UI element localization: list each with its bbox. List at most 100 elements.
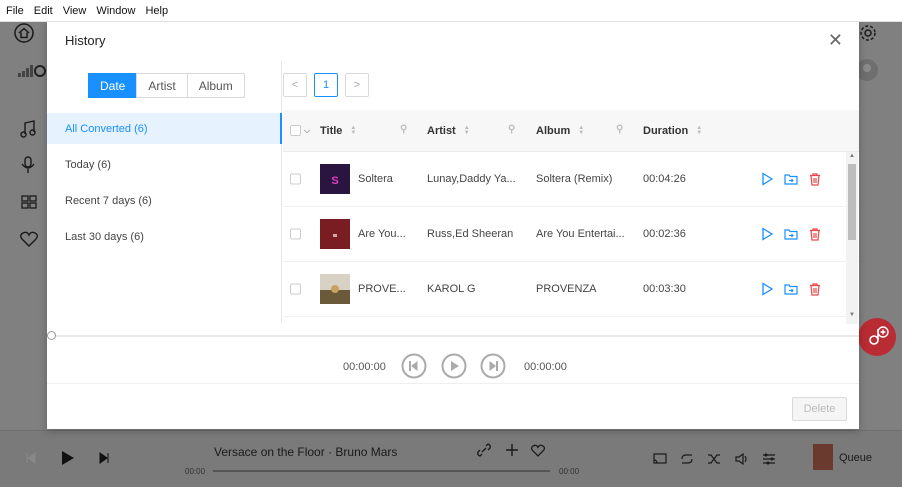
menu-file[interactable]: File	[6, 5, 24, 17]
artist-search-icon[interactable]: ⚲	[508, 124, 515, 135]
history-modal: History ✕ Date Artist Album All Converte…	[47, 19, 859, 429]
grid-icon[interactable]	[21, 195, 37, 212]
group-by-segmented-control: Date Artist Album	[88, 73, 245, 98]
menu-window[interactable]: Window	[96, 5, 135, 17]
background-player-bar: Versace on the Floor · Bruno Mars 00:00 …	[0, 430, 902, 487]
scrollbar-thumb[interactable]	[848, 164, 856, 240]
menu-view[interactable]: View	[63, 5, 87, 17]
filter-recent-7-days[interactable]: Recent 7 days (6)	[47, 185, 282, 216]
svg-text:S: S	[331, 175, 338, 187]
sort-icon: ▲ ▼	[696, 124, 703, 136]
add-icon[interactable]	[505, 443, 519, 460]
play-icon[interactable]	[61, 450, 75, 469]
preview-progress-bar[interactable]	[47, 335, 859, 337]
filter-all-converted[interactable]: All Converted (6)	[47, 113, 282, 144]
prev-page-button[interactable]: <	[283, 73, 307, 97]
queue-thumbnail[interactable]	[813, 444, 833, 470]
next-page-button[interactable]: >	[345, 73, 369, 97]
preview-play-icon[interactable]	[441, 353, 467, 379]
table-header: ⌵ Title ▲ ▼ ⚲ Artist ▲ ▼ ⚲ Album ▲ ▼ ⚲ Dura…	[283, 110, 859, 152]
track-duration: 00:03:30	[643, 283, 686, 295]
delete-trash-icon[interactable]	[808, 172, 822, 186]
link-icon[interactable]	[477, 443, 491, 460]
play-icon[interactable]	[760, 172, 774, 186]
volume-icon[interactable]	[735, 452, 749, 468]
delete-button[interactable]: Delete	[792, 397, 847, 421]
delete-trash-icon[interactable]	[808, 227, 822, 241]
segment-artist[interactable]: Artist	[136, 73, 188, 98]
play-icon[interactable]	[760, 227, 774, 241]
page-number-1[interactable]: 1	[314, 73, 338, 97]
next-track-icon[interactable]	[98, 452, 110, 467]
menubar: File Edit View Window Help	[0, 0, 902, 22]
skip-next-icon[interactable]	[480, 353, 506, 379]
filter-last-30-days[interactable]: Last 30 days (6)	[47, 221, 282, 252]
date-filter-list: All Converted (6) Today (6) Recent 7 day…	[47, 113, 282, 257]
equalizer-icon[interactable]	[762, 453, 776, 468]
track-album: Are You Entertai...	[536, 228, 625, 240]
track-title: PROVE...	[358, 283, 406, 295]
sort-icon: ▲ ▼	[578, 124, 585, 136]
track-artist: Lunay,Daddy Ya...	[427, 173, 516, 185]
sort-icon: ▲ ▼	[463, 124, 470, 136]
title-search-icon[interactable]: ⚲	[400, 124, 407, 135]
segment-album[interactable]: Album	[186, 73, 245, 98]
track-artist: Russ,Ed Sheeran	[427, 228, 514, 240]
row-checkbox[interactable]	[290, 283, 301, 295]
shuffle-icon[interactable]	[707, 453, 721, 468]
column-duration[interactable]: Duration ▲ ▼	[643, 125, 702, 137]
open-folder-icon[interactable]	[784, 282, 798, 296]
heart-icon[interactable]	[20, 231, 38, 250]
music-note-icon[interactable]	[20, 120, 36, 141]
menu-edit[interactable]: Edit	[34, 5, 53, 17]
settings-gear-icon[interactable]	[859, 24, 877, 45]
preview-progress-knob[interactable]	[47, 331, 56, 340]
home-icon[interactable]	[14, 23, 34, 46]
track-album: Soltera (Remix)	[536, 173, 613, 185]
history-table: ⌵ Title ▲ ▼ ⚲ Artist ▲ ▼ ⚲ Album ▲ ▼ ⚲ Dura…	[283, 110, 859, 323]
skip-previous-icon[interactable]	[401, 353, 427, 379]
track-duration: 00:02:36	[643, 228, 686, 240]
cast-icon[interactable]	[653, 453, 667, 468]
delete-trash-icon[interactable]	[808, 282, 822, 296]
table-row: PROVE... KAROL G PROVENZA 00:03:30	[283, 262, 859, 317]
total-time: 00:00	[559, 467, 580, 476]
select-all-checkbox[interactable]: ⌵	[290, 125, 310, 136]
previous-track-icon[interactable]	[25, 452, 37, 467]
menu-help[interactable]: Help	[145, 5, 168, 17]
segment-date[interactable]: Date	[88, 73, 138, 98]
play-icon[interactable]	[760, 282, 774, 296]
sort-icon: ▲ ▼	[350, 124, 357, 136]
preview-player: 00:00:00 00:00:00	[47, 352, 859, 382]
row-checkbox[interactable]	[290, 173, 301, 185]
preview-total-time: 00:00:00	[524, 361, 567, 373]
open-folder-icon[interactable]	[784, 172, 798, 186]
repeat-icon[interactable]	[680, 453, 694, 468]
add-floating-button[interactable]	[858, 318, 896, 356]
seek-bar[interactable]	[213, 470, 550, 472]
column-title[interactable]: Title ▲ ▼	[320, 125, 356, 137]
track-title: Are You...	[358, 228, 406, 240]
like-heart-icon[interactable]	[530, 444, 546, 460]
track-album: PROVENZA	[536, 283, 597, 295]
column-artist[interactable]: Artist ▲ ▼	[427, 125, 470, 137]
table-scrollbar[interactable]: ▲ ▼	[846, 152, 858, 324]
microphone-icon[interactable]	[21, 156, 35, 177]
queue-label[interactable]: Queue	[839, 452, 872, 464]
track-duration: 00:04:26	[643, 173, 686, 185]
filter-today[interactable]: Today (6)	[47, 149, 282, 180]
close-icon[interactable]: ✕	[828, 31, 843, 49]
track-title: Soltera	[358, 173, 393, 185]
elapsed-time: 00:00	[185, 467, 206, 476]
column-album[interactable]: Album ▲ ▼	[536, 125, 584, 137]
now-playing-title: Versace on the Floor · Bruno Mars	[214, 445, 398, 459]
footer-divider	[47, 383, 859, 384]
track-artist: KAROL G	[427, 283, 476, 295]
background-sidebar	[0, 62, 47, 432]
filter-pane: Date Artist Album All Converted (6) Toda…	[47, 61, 282, 323]
row-checkbox[interactable]	[290, 228, 301, 240]
open-folder-icon[interactable]	[784, 227, 798, 241]
album-search-icon[interactable]: ⚲	[616, 124, 623, 135]
avatar-icon[interactable]	[856, 59, 878, 84]
preview-elapsed-time: 00:00:00	[343, 361, 386, 373]
